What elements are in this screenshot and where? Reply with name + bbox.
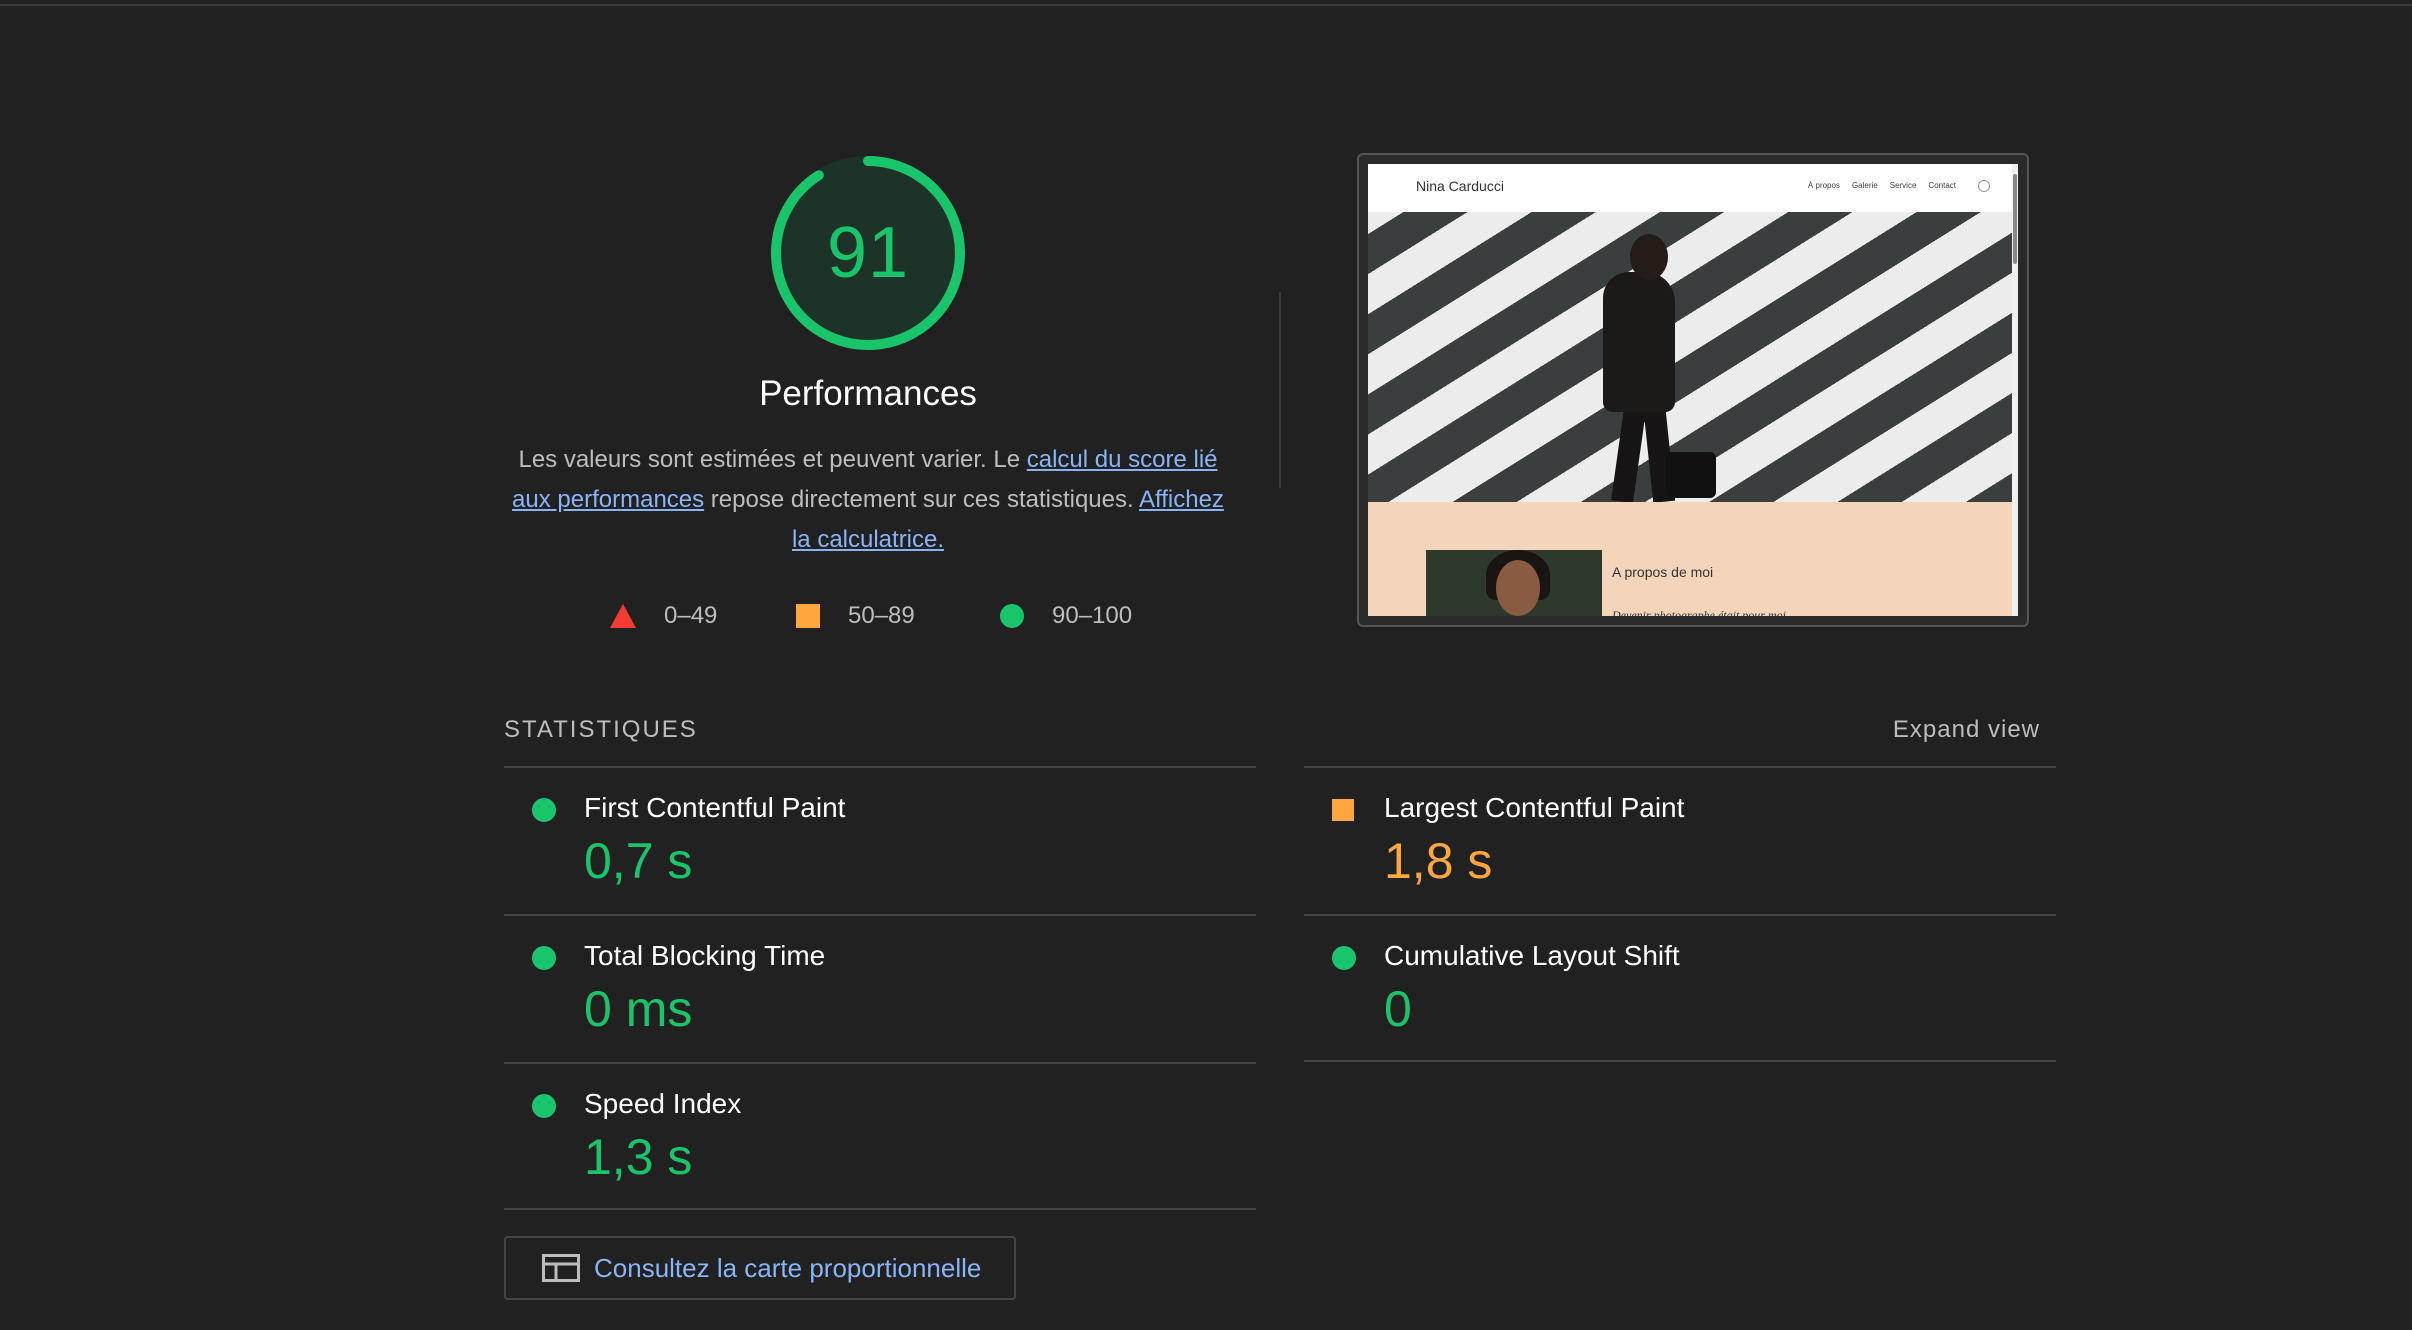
pass-circle-icon (1332, 946, 1356, 970)
preview-nav-item: À propos (1807, 181, 1840, 190)
metric-label: Largest Contentful Paint (1384, 792, 1685, 823)
description-text-2: repose directement sur ces statistiques. (704, 486, 1140, 513)
preview-navbar: Nina Carducci À propos Galerie Service C… (1368, 164, 2018, 212)
legend-item-pass: 90–100 (1000, 600, 1132, 632)
metrics-header: STATISTIQUES Expand view (504, 716, 2056, 746)
preview-scrollbar (2012, 164, 2018, 616)
preview-brand: Nina Carducci (1416, 178, 1504, 194)
metrics-title: STATISTIQUES (504, 716, 698, 743)
metric-largest-contentful-paint: Largest Contentful Paint 1,8 s (1304, 766, 2056, 914)
metric-cumulative-layout-shift: Cumulative Layout Shift 0 (1304, 914, 2056, 1062)
legend-item-fail: 0–49 (610, 600, 717, 632)
average-square-icon (796, 604, 820, 628)
pass-circle-icon (1000, 604, 1024, 628)
preview-nav-item: Galerie (1851, 181, 1878, 190)
score-value: 91 (826, 213, 910, 293)
metric-divider (1304, 1060, 2056, 1062)
legend-item-average: 50–89 (796, 600, 915, 632)
preview-about-title: A propos de moi (1612, 564, 1714, 580)
pass-circle-icon (532, 946, 556, 970)
performance-score-gauge: 91 (770, 155, 966, 351)
preview-hero-image (1368, 212, 2012, 502)
final-screenshot: Nina Carducci À propos Galerie Service C… (1368, 164, 2018, 616)
pass-circle-icon (532, 798, 556, 822)
top-divider (0, 4, 2412, 6)
metric-label: Cumulative Layout Shift (1384, 940, 1680, 971)
metric-divider (504, 1208, 1256, 1210)
preview-nav-item: Service (1889, 181, 1917, 190)
metric-label: First Contentful Paint (584, 792, 846, 823)
metric-value: 0 (1384, 981, 1412, 1037)
preview-about-section: A propos de moi Devenir photographe étai… (1368, 502, 2012, 616)
average-square-icon (1332, 799, 1354, 821)
preview-about-subtitle: Devenir photographe était pour moi (1612, 608, 1786, 616)
metric-label: Speed Index (584, 1088, 742, 1119)
final-screenshot-frame[interactable]: Nina Carducci À propos Galerie Service C… (1357, 153, 2029, 627)
legend-range-average: 50–89 (848, 602, 915, 629)
legend-range-pass: 90–100 (1052, 602, 1133, 629)
expand-view-toggle[interactable]: Expand view (1893, 716, 2040, 744)
metric-value: 1,3 s (584, 1129, 693, 1185)
preview-nav-links: À propos Galerie Service Contact (1808, 181, 1988, 190)
metric-value: 1,8 s (1384, 833, 1493, 889)
treemap-button-label: Consultez la carte proportionnelle (594, 1252, 982, 1283)
metric-value: 0 ms (584, 981, 693, 1037)
pass-circle-icon (532, 1094, 556, 1118)
fail-triangle-icon (610, 604, 636, 628)
preview-portrait-image (1426, 550, 1602, 616)
treemap-icon (542, 1254, 580, 1282)
preview-instagram-icon (1978, 180, 1990, 192)
metric-value: 0,7 s (584, 833, 693, 889)
metric-speed-index: Speed Index 1,3 s (504, 1062, 1256, 1210)
preview-nav-item: Contact (1928, 181, 1956, 190)
vertical-divider (1279, 292, 1281, 488)
score-description: Les valeurs sont estimées et peuvent var… (504, 440, 1232, 560)
description-text-1: Les valeurs sont estimées et peuvent var… (518, 446, 1027, 473)
metric-label: Total Blocking Time (584, 940, 826, 971)
metric-first-contentful-paint: First Contentful Paint 0,7 s (504, 766, 1256, 914)
legend-range-fail: 0–49 (664, 602, 718, 629)
metric-total-blocking-time: Total Blocking Time 0 ms (504, 914, 1256, 1062)
category-title: Performances (759, 374, 977, 413)
view-treemap-button[interactable]: Consultez la carte proportionnelle (504, 1236, 1016, 1300)
